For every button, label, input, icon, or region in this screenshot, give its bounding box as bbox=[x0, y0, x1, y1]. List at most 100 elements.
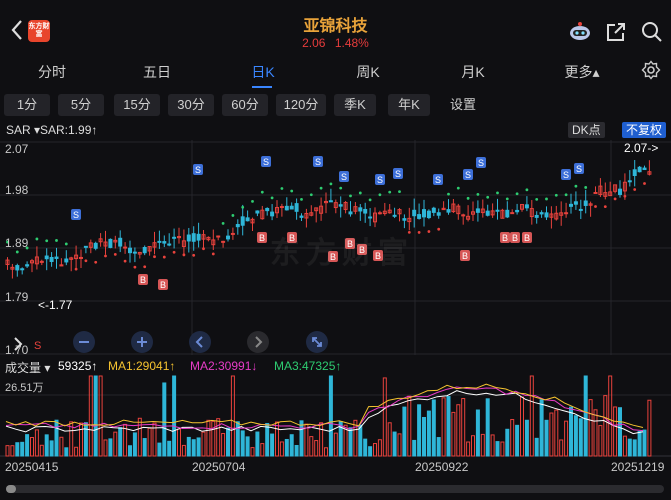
expand-left-icon[interactable] bbox=[8, 334, 28, 354]
candle-body bbox=[157, 240, 162, 243]
candle-body bbox=[564, 212, 569, 215]
volume-bar bbox=[196, 437, 201, 457]
sar-dot bbox=[456, 186, 460, 190]
candle-body bbox=[338, 204, 343, 207]
volume-bar bbox=[402, 406, 407, 457]
volume-bar bbox=[451, 411, 456, 457]
volume-bar bbox=[162, 382, 167, 457]
candle-body bbox=[240, 216, 245, 226]
candle-body bbox=[25, 264, 30, 267]
interval-5min[interactable]: 5分 bbox=[58, 94, 104, 116]
sar-dot bbox=[417, 231, 421, 234]
interval-60min[interactable]: 60分 bbox=[222, 94, 268, 116]
volume-bar bbox=[583, 375, 588, 457]
candle-body bbox=[363, 208, 368, 214]
volume-bar bbox=[284, 438, 289, 457]
settings-button[interactable]: 设置 bbox=[440, 94, 486, 116]
interval-30min[interactable]: 30分 bbox=[168, 94, 214, 116]
sell-marker-label: S bbox=[315, 157, 321, 167]
interval-bar: 1分 5分 15分 30分 60分 120分 季K 年K 设置 bbox=[0, 92, 671, 118]
volume-value: 59325↑ bbox=[58, 359, 98, 373]
sar-dot bbox=[633, 188, 637, 191]
period-tabs: 分时 五日 日K 周K 月K 更多▴ bbox=[0, 58, 671, 86]
tab-monthly-k[interactable]: 月K bbox=[461, 62, 484, 82]
sar-dot bbox=[554, 193, 558, 197]
candle-body bbox=[436, 212, 441, 216]
volume-bar bbox=[74, 446, 79, 457]
fullscreen-icon[interactable] bbox=[305, 330, 329, 354]
candle-body bbox=[167, 243, 172, 246]
sar-dot bbox=[241, 205, 245, 209]
tab-more[interactable]: 更多▴ bbox=[564, 62, 599, 82]
volume-bar bbox=[368, 446, 373, 457]
volume-bar bbox=[64, 447, 69, 457]
interval-120min[interactable]: 120分 bbox=[276, 94, 326, 116]
volume-bar bbox=[647, 399, 652, 457]
sar-dot bbox=[290, 189, 294, 193]
search-icon[interactable] bbox=[640, 20, 664, 44]
volume-bar bbox=[260, 443, 265, 457]
candle-body bbox=[64, 258, 69, 263]
sell-marker-label: S bbox=[341, 172, 347, 182]
tab-daily-k[interactable]: 日K bbox=[251, 62, 274, 82]
volume-bar bbox=[539, 399, 544, 457]
candle-body bbox=[299, 215, 304, 218]
candle-body bbox=[118, 237, 123, 247]
volume-selector[interactable]: 成交量 ▾ bbox=[5, 359, 50, 376]
adjustment-toggle[interactable]: 不复权 bbox=[622, 122, 667, 138]
tab-intraday[interactable]: 分时 bbox=[38, 62, 66, 82]
tab-five-day[interactable]: 五日 bbox=[143, 62, 171, 82]
gear-icon[interactable] bbox=[641, 60, 661, 80]
volume-bar bbox=[54, 419, 59, 457]
candle-body bbox=[515, 209, 520, 213]
scrollbar-thumb[interactable] bbox=[6, 485, 16, 493]
interval-15min[interactable]: 15分 bbox=[114, 94, 160, 116]
volume-bar bbox=[118, 427, 123, 457]
change-percent: 1.48% bbox=[334, 36, 369, 50]
date-tick-2: 20250704 bbox=[192, 460, 246, 474]
interval-year-k[interactable]: 年K bbox=[388, 94, 430, 116]
volume-bar bbox=[618, 407, 622, 457]
pan-right-icon[interactable] bbox=[246, 330, 270, 354]
sar-dot bbox=[329, 182, 333, 186]
volume-bar bbox=[211, 420, 216, 457]
kline-svg: SSS SS SSS SSSSB BB BBBBB BB B B bbox=[0, 140, 671, 457]
volume-bar bbox=[59, 436, 64, 457]
sell-marker-label: S bbox=[478, 158, 484, 168]
volume-bar bbox=[279, 441, 284, 457]
candle-body bbox=[44, 255, 49, 260]
sar-dot bbox=[280, 187, 284, 190]
candle-body bbox=[270, 211, 275, 217]
volume-bar bbox=[382, 377, 387, 457]
volume-bar bbox=[554, 409, 559, 457]
volume-bar bbox=[407, 395, 412, 457]
date-tick-3: 20250922 bbox=[415, 460, 469, 474]
volume-bar bbox=[191, 439, 196, 457]
volume-bar bbox=[608, 375, 613, 457]
price-tick-3: 1.89 bbox=[5, 236, 29, 250]
volume-bar bbox=[186, 436, 191, 457]
interval-quarter-k[interactable]: 季K bbox=[334, 94, 376, 116]
volume-bar bbox=[226, 427, 230, 457]
indicator-selector[interactable]: SAR ▾ bbox=[6, 123, 40, 137]
volume-bar bbox=[108, 438, 113, 457]
kline-chart-area[interactable]: SSSSSSSSSSSSBBBBBBBBBBBB SAR ▾ SAR:1.99↑… bbox=[0, 120, 671, 500]
candle-body bbox=[422, 209, 426, 218]
timeline-scrollbar[interactable] bbox=[6, 485, 664, 493]
zoom-out-icon[interactable] bbox=[72, 330, 96, 354]
zoom-in-icon[interactable] bbox=[130, 330, 154, 354]
share-icon[interactable] bbox=[604, 20, 628, 44]
sar-dot bbox=[486, 195, 490, 199]
robot-assistant-icon[interactable] bbox=[568, 20, 592, 44]
volume-bar bbox=[93, 375, 98, 457]
volume-bar bbox=[34, 429, 39, 457]
pan-left-icon[interactable] bbox=[188, 330, 212, 354]
volume-bar bbox=[436, 437, 441, 457]
volume-bar bbox=[270, 433, 275, 457]
candle-body bbox=[534, 214, 539, 218]
volume-bar bbox=[172, 375, 177, 457]
dk-point-toggle[interactable]: DK点 bbox=[568, 122, 605, 138]
interval-1min[interactable]: 1分 bbox=[4, 94, 50, 116]
candle-body bbox=[627, 180, 632, 183]
tab-weekly-k[interactable]: 周K bbox=[356, 62, 379, 82]
